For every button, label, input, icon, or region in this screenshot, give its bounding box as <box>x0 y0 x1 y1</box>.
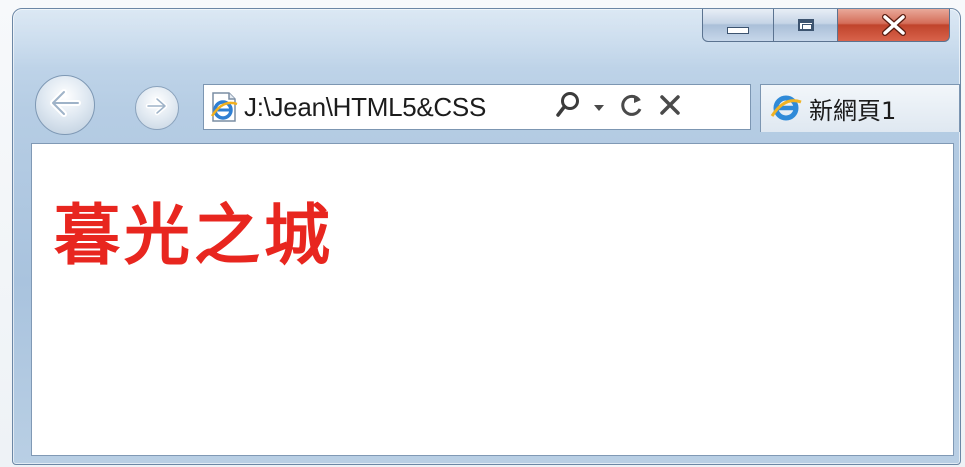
search-button[interactable] <box>550 85 586 129</box>
dropdown-button[interactable] <box>586 85 612 129</box>
back-button[interactable] <box>35 75 95 135</box>
back-arrow-icon <box>48 88 82 122</box>
browser-window: J:\Jean\HTML5&CSS 新網頁1 暮光之城 <box>12 8 961 465</box>
ie-page-icon <box>204 85 244 129</box>
page-content: 暮光之城 <box>31 143 954 456</box>
dropdown-arrow-icon <box>593 98 605 117</box>
close-button[interactable] <box>838 9 950 42</box>
page-heading: 暮光之城 <box>54 196 334 274</box>
minimize-button[interactable] <box>702 9 774 42</box>
address-tools <box>550 85 688 129</box>
maximize-icon <box>797 19 814 31</box>
refresh-button[interactable] <box>612 85 652 129</box>
stop-button[interactable] <box>652 85 688 129</box>
stop-icon <box>658 93 682 121</box>
close-icon <box>881 14 907 36</box>
address-bar[interactable]: J:\Jean\HTML5&CSS <box>203 84 751 130</box>
refresh-icon <box>619 91 645 123</box>
ie-logo-icon <box>769 90 803 128</box>
caption-buttons <box>702 9 950 45</box>
search-icon <box>555 91 581 123</box>
tab-label: 新網頁1 <box>809 97 897 125</box>
forward-arrow-icon <box>145 96 169 120</box>
address-input[interactable]: J:\Jean\HTML5&CSS <box>244 92 544 123</box>
navigation-bar: J:\Jean\HTML5&CSS 新網頁1 <box>27 69 960 141</box>
tab-new-page[interactable]: 新網頁1 <box>760 84 960 132</box>
minimize-icon <box>727 26 749 34</box>
forward-button[interactable] <box>135 86 179 130</box>
maximize-button[interactable] <box>774 9 838 42</box>
